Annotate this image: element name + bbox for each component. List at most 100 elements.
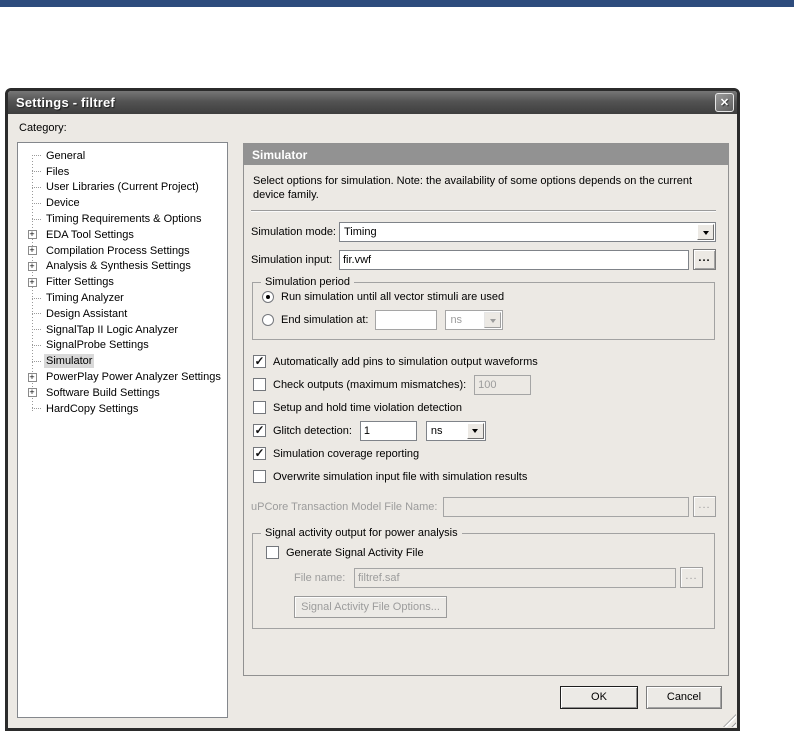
- tree-item[interactable]: Simulator: [18, 353, 227, 369]
- simulation-input-field[interactable]: [339, 250, 689, 270]
- ok-button[interactable]: OK: [560, 686, 638, 709]
- tree-item[interactable]: +EDA Tool Settings: [18, 227, 227, 243]
- saf-file-row: File name: ...: [294, 567, 703, 588]
- option-row: Setup and hold time violation detection: [251, 396, 716, 419]
- tree-item-label: Device: [44, 196, 82, 210]
- plus-icon: +: [28, 373, 37, 382]
- end-simulation-unit-select: ns: [445, 310, 503, 330]
- tree-item[interactable]: Timing Analyzer: [18, 290, 227, 306]
- expand-plus-icon[interactable]: +: [23, 230, 41, 239]
- simulation-input-browse-button[interactable]: ...: [693, 249, 716, 270]
- tree-item-label: Fitter Settings: [44, 275, 116, 289]
- option-unit-select[interactable]: ns: [426, 421, 486, 441]
- signal-activity-group: Signal activity output for power analysi…: [252, 533, 715, 629]
- checkbox[interactable]: [253, 470, 266, 483]
- plus-icon: +: [28, 278, 37, 287]
- settings-panel: Simulator Select options for simulation.…: [243, 143, 729, 676]
- dotted-connector: [32, 155, 41, 156]
- tree-item[interactable]: General: [18, 148, 227, 164]
- tree-item[interactable]: + Fitter Settings: [18, 274, 227, 290]
- simulation-period-title: Simulation period: [261, 276, 354, 288]
- tree-item-label: Timing Requirements & Options: [44, 212, 204, 226]
- dropdown-button[interactable]: [697, 224, 714, 240]
- expand-plus-icon[interactable]: +: [23, 388, 41, 397]
- generate-saf-checkbox[interactable]: [266, 546, 279, 559]
- option-unit-select-value: ns: [427, 425, 466, 437]
- checkbox[interactable]: ✓: [253, 355, 266, 368]
- dropdown-button[interactable]: [467, 423, 484, 439]
- option-label: Simulation coverage reporting: [273, 448, 419, 460]
- option-row: Overwrite simulation input file with sim…: [251, 465, 716, 488]
- plus-icon: +: [28, 230, 37, 239]
- simulation-input-label: Simulation input:: [251, 254, 339, 266]
- generate-saf-label: Generate Signal Activity File: [286, 547, 424, 559]
- tree-connector: [23, 187, 41, 188]
- saf-file-field: [354, 568, 676, 588]
- tree-item-label: Timing Analyzer: [44, 291, 126, 305]
- simulation-mode-select[interactable]: Timing: [339, 222, 716, 242]
- close-button[interactable]: ✕: [715, 93, 734, 112]
- dotted-connector: [32, 345, 41, 346]
- settings-dialog: Settings - filtref ✕ Category: GeneralFi…: [5, 88, 740, 731]
- dialog-titlebar[interactable]: Settings - filtref ✕: [8, 91, 737, 114]
- upcore-browse-button: ...: [693, 496, 716, 517]
- saf-options-button: Signal Activity File Options...: [294, 596, 447, 618]
- dotted-connector: [32, 171, 41, 172]
- saf-file-label: File name:: [294, 572, 354, 584]
- tree-item-label: Software Build Settings: [44, 386, 162, 400]
- tree-connector: [23, 345, 41, 346]
- checkbox[interactable]: [253, 378, 266, 391]
- plus-icon: +: [28, 388, 37, 397]
- saf-browse-button: ...: [680, 567, 703, 588]
- tree-item[interactable]: SignalTap II Logic Analyzer: [18, 322, 227, 338]
- tree-item[interactable]: +Analysis & Synthesis Settings: [18, 259, 227, 275]
- run-simulation-radio-row: Run simulation until all vector stimuli …: [262, 288, 714, 306]
- checkbox[interactable]: [253, 401, 266, 414]
- tree-item[interactable]: SignalProbe Settings: [18, 338, 227, 354]
- tree-item-label: HardCopy Settings: [44, 402, 140, 416]
- cancel-button[interactable]: Cancel: [646, 686, 722, 709]
- chevron-down-icon: [490, 319, 496, 326]
- tree-item-label: SignalTap II Logic Analyzer: [44, 323, 180, 337]
- radio-run-simulation[interactable]: [262, 291, 274, 303]
- tree-item[interactable]: + PowerPlay Power Analyzer Settings: [18, 369, 227, 385]
- category-label: Category:: [19, 122, 67, 134]
- radio-end-simulation[interactable]: [262, 314, 274, 326]
- end-simulation-unit-value: ns: [446, 314, 483, 326]
- expand-plus-icon[interactable]: +: [23, 373, 41, 382]
- option-row: ✓ Simulation coverage reporting: [251, 442, 716, 465]
- tree-item[interactable]: Design Assistant: [18, 306, 227, 322]
- tree-item[interactable]: HardCopy Settings: [18, 401, 227, 417]
- resize-grip[interactable]: [723, 714, 736, 727]
- option-field: [474, 375, 531, 395]
- separator: [251, 210, 716, 212]
- checkbox[interactable]: ✓: [253, 424, 266, 437]
- option-field[interactable]: [360, 421, 417, 441]
- dotted-connector: [32, 219, 41, 220]
- expand-plus-icon[interactable]: +: [23, 246, 41, 255]
- tree-connector: [23, 313, 41, 314]
- tree-item[interactable]: Files: [18, 164, 227, 180]
- dialog-body: Category: GeneralFilesUser Libraries (Cu…: [8, 114, 737, 728]
- tree-item-label: General: [44, 149, 87, 163]
- top-accent-bar: [0, 0, 794, 7]
- tree-item[interactable]: + Software Build Settings: [18, 385, 227, 401]
- expand-plus-icon[interactable]: +: [23, 278, 41, 287]
- simulation-mode-value: Timing: [340, 226, 696, 238]
- checkbox[interactable]: ✓: [253, 447, 266, 460]
- generate-saf-row: Generate Signal Activity File: [264, 544, 703, 561]
- simulation-period-group: Simulation period Run simulation until a…: [252, 282, 715, 340]
- tree-item[interactable]: +Compilation Process Settings: [18, 243, 227, 259]
- close-icon: ✕: [720, 96, 729, 109]
- signal-activity-title: Signal activity output for power analysi…: [261, 527, 462, 539]
- tree-item-label: Analysis & Synthesis Settings: [44, 259, 193, 273]
- tree-item-label: PowerPlay Power Analyzer Settings: [44, 370, 223, 384]
- tree-item[interactable]: User Libraries (Current Project): [18, 180, 227, 196]
- expand-plus-icon[interactable]: +: [23, 262, 41, 271]
- panel-description: Select options for simulation. Note: the…: [253, 174, 714, 202]
- tree-connector: [23, 171, 41, 172]
- tree-item[interactable]: Device: [18, 195, 227, 211]
- tree-item[interactable]: Timing Requirements & Options: [18, 211, 227, 227]
- upcore-label: uPCore Transaction Model File Name:: [251, 501, 437, 513]
- tree-item-label: Design Assistant: [44, 307, 129, 321]
